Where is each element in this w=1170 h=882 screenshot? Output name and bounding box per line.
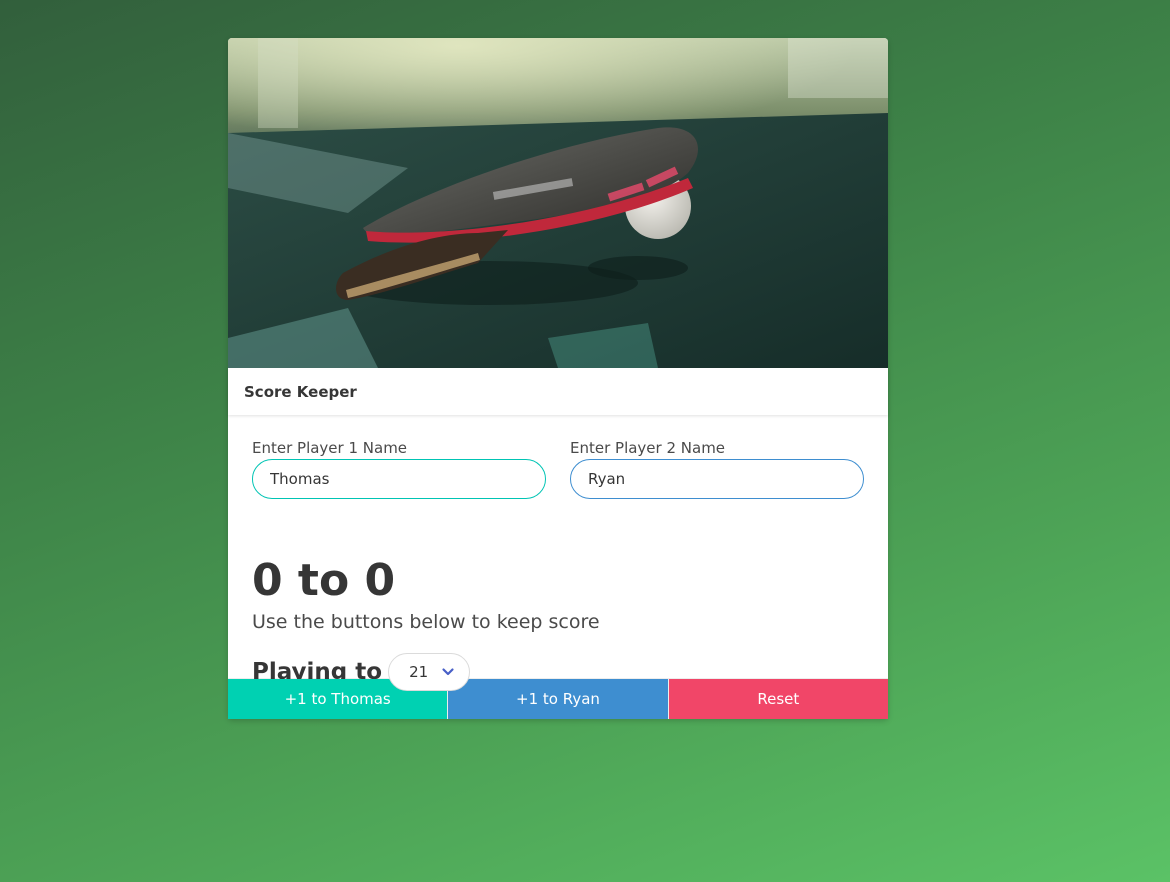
player1-name-input[interactable]	[252, 459, 546, 499]
add-point-player2-button[interactable]: +1 to Ryan	[448, 679, 669, 719]
player1-field: Enter Player 1 Name	[252, 439, 546, 499]
player-name-fields: Enter Player 1 Name Enter Player 2 Name	[252, 439, 864, 499]
player2-label: Enter Player 2 Name	[570, 439, 726, 457]
score-display: 0 to 0	[252, 555, 396, 606]
ping-pong-image	[228, 38, 888, 368]
chevron-down-icon	[442, 668, 454, 676]
playing-to-value: 21	[409, 663, 429, 681]
score-instructions: Use the buttons below to keep score	[252, 611, 600, 633]
card-footer: +1 to Thomas +1 to Ryan Reset	[228, 678, 888, 719]
player1-label: Enter Player 1 Name	[252, 439, 408, 457]
card-content: Enter Player 1 Name Enter Player 2 Name …	[228, 415, 888, 691]
player2-name-input[interactable]	[570, 459, 864, 499]
player2-field: Enter Player 2 Name	[570, 439, 864, 499]
reset-button[interactable]: Reset	[668, 679, 888, 719]
card-title: Score Keeper	[228, 368, 888, 415]
score-keeper-card: Score Keeper Enter Player 1 Name Enter P…	[228, 38, 888, 719]
playing-to-select[interactable]: 21	[388, 653, 471, 691]
